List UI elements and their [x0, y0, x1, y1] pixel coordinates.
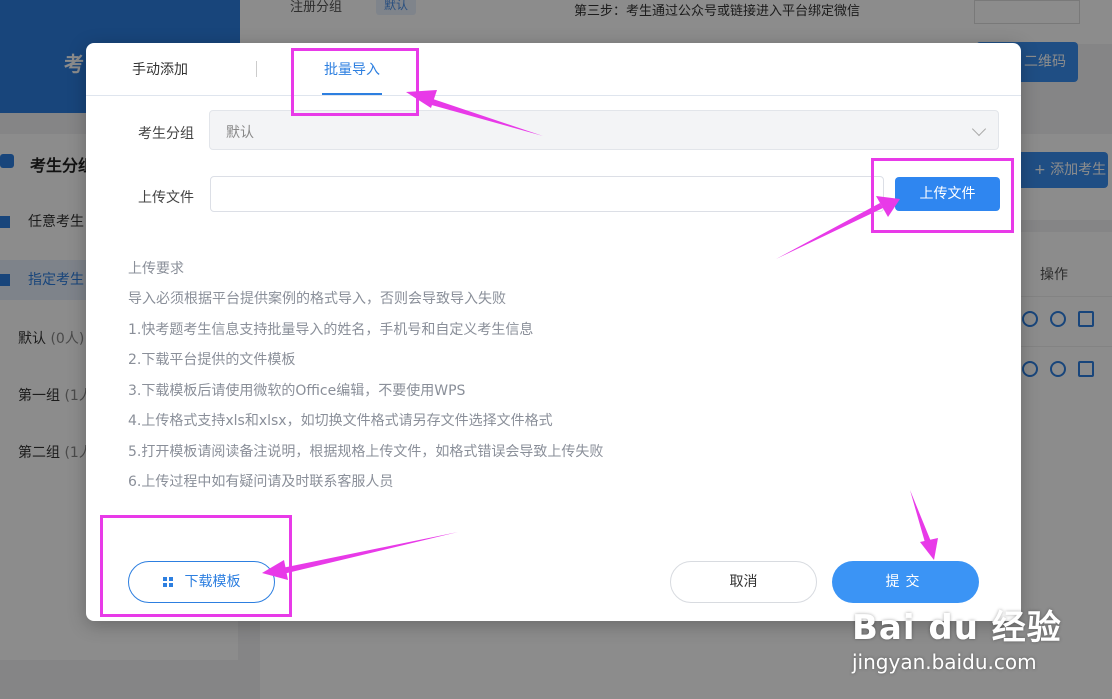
- watermark-logo: Bai du 经验: [852, 608, 1062, 648]
- annotation-arrows: [262, 90, 938, 580]
- watermark-url: jingyan.baidu.com: [852, 650, 1037, 674]
